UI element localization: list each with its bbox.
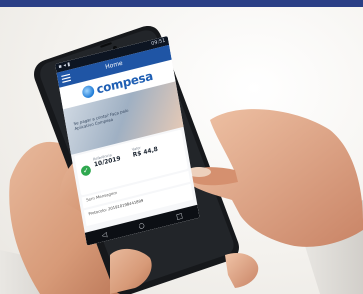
check-icon: ✓ xyxy=(80,164,92,177)
back-icon[interactable]: ◁ xyxy=(101,230,108,239)
home-icon[interactable]: ○ xyxy=(138,221,145,230)
compesa-logo-icon xyxy=(81,84,95,100)
banner-text: Se pagar a conta? Faça pelo Aplicativo C… xyxy=(73,107,129,132)
recent-icon[interactable]: □ xyxy=(175,211,183,221)
photo-scene: ▪ ◂ ▮ 09:51 Home compesa Se pagar a cont… xyxy=(0,0,363,294)
